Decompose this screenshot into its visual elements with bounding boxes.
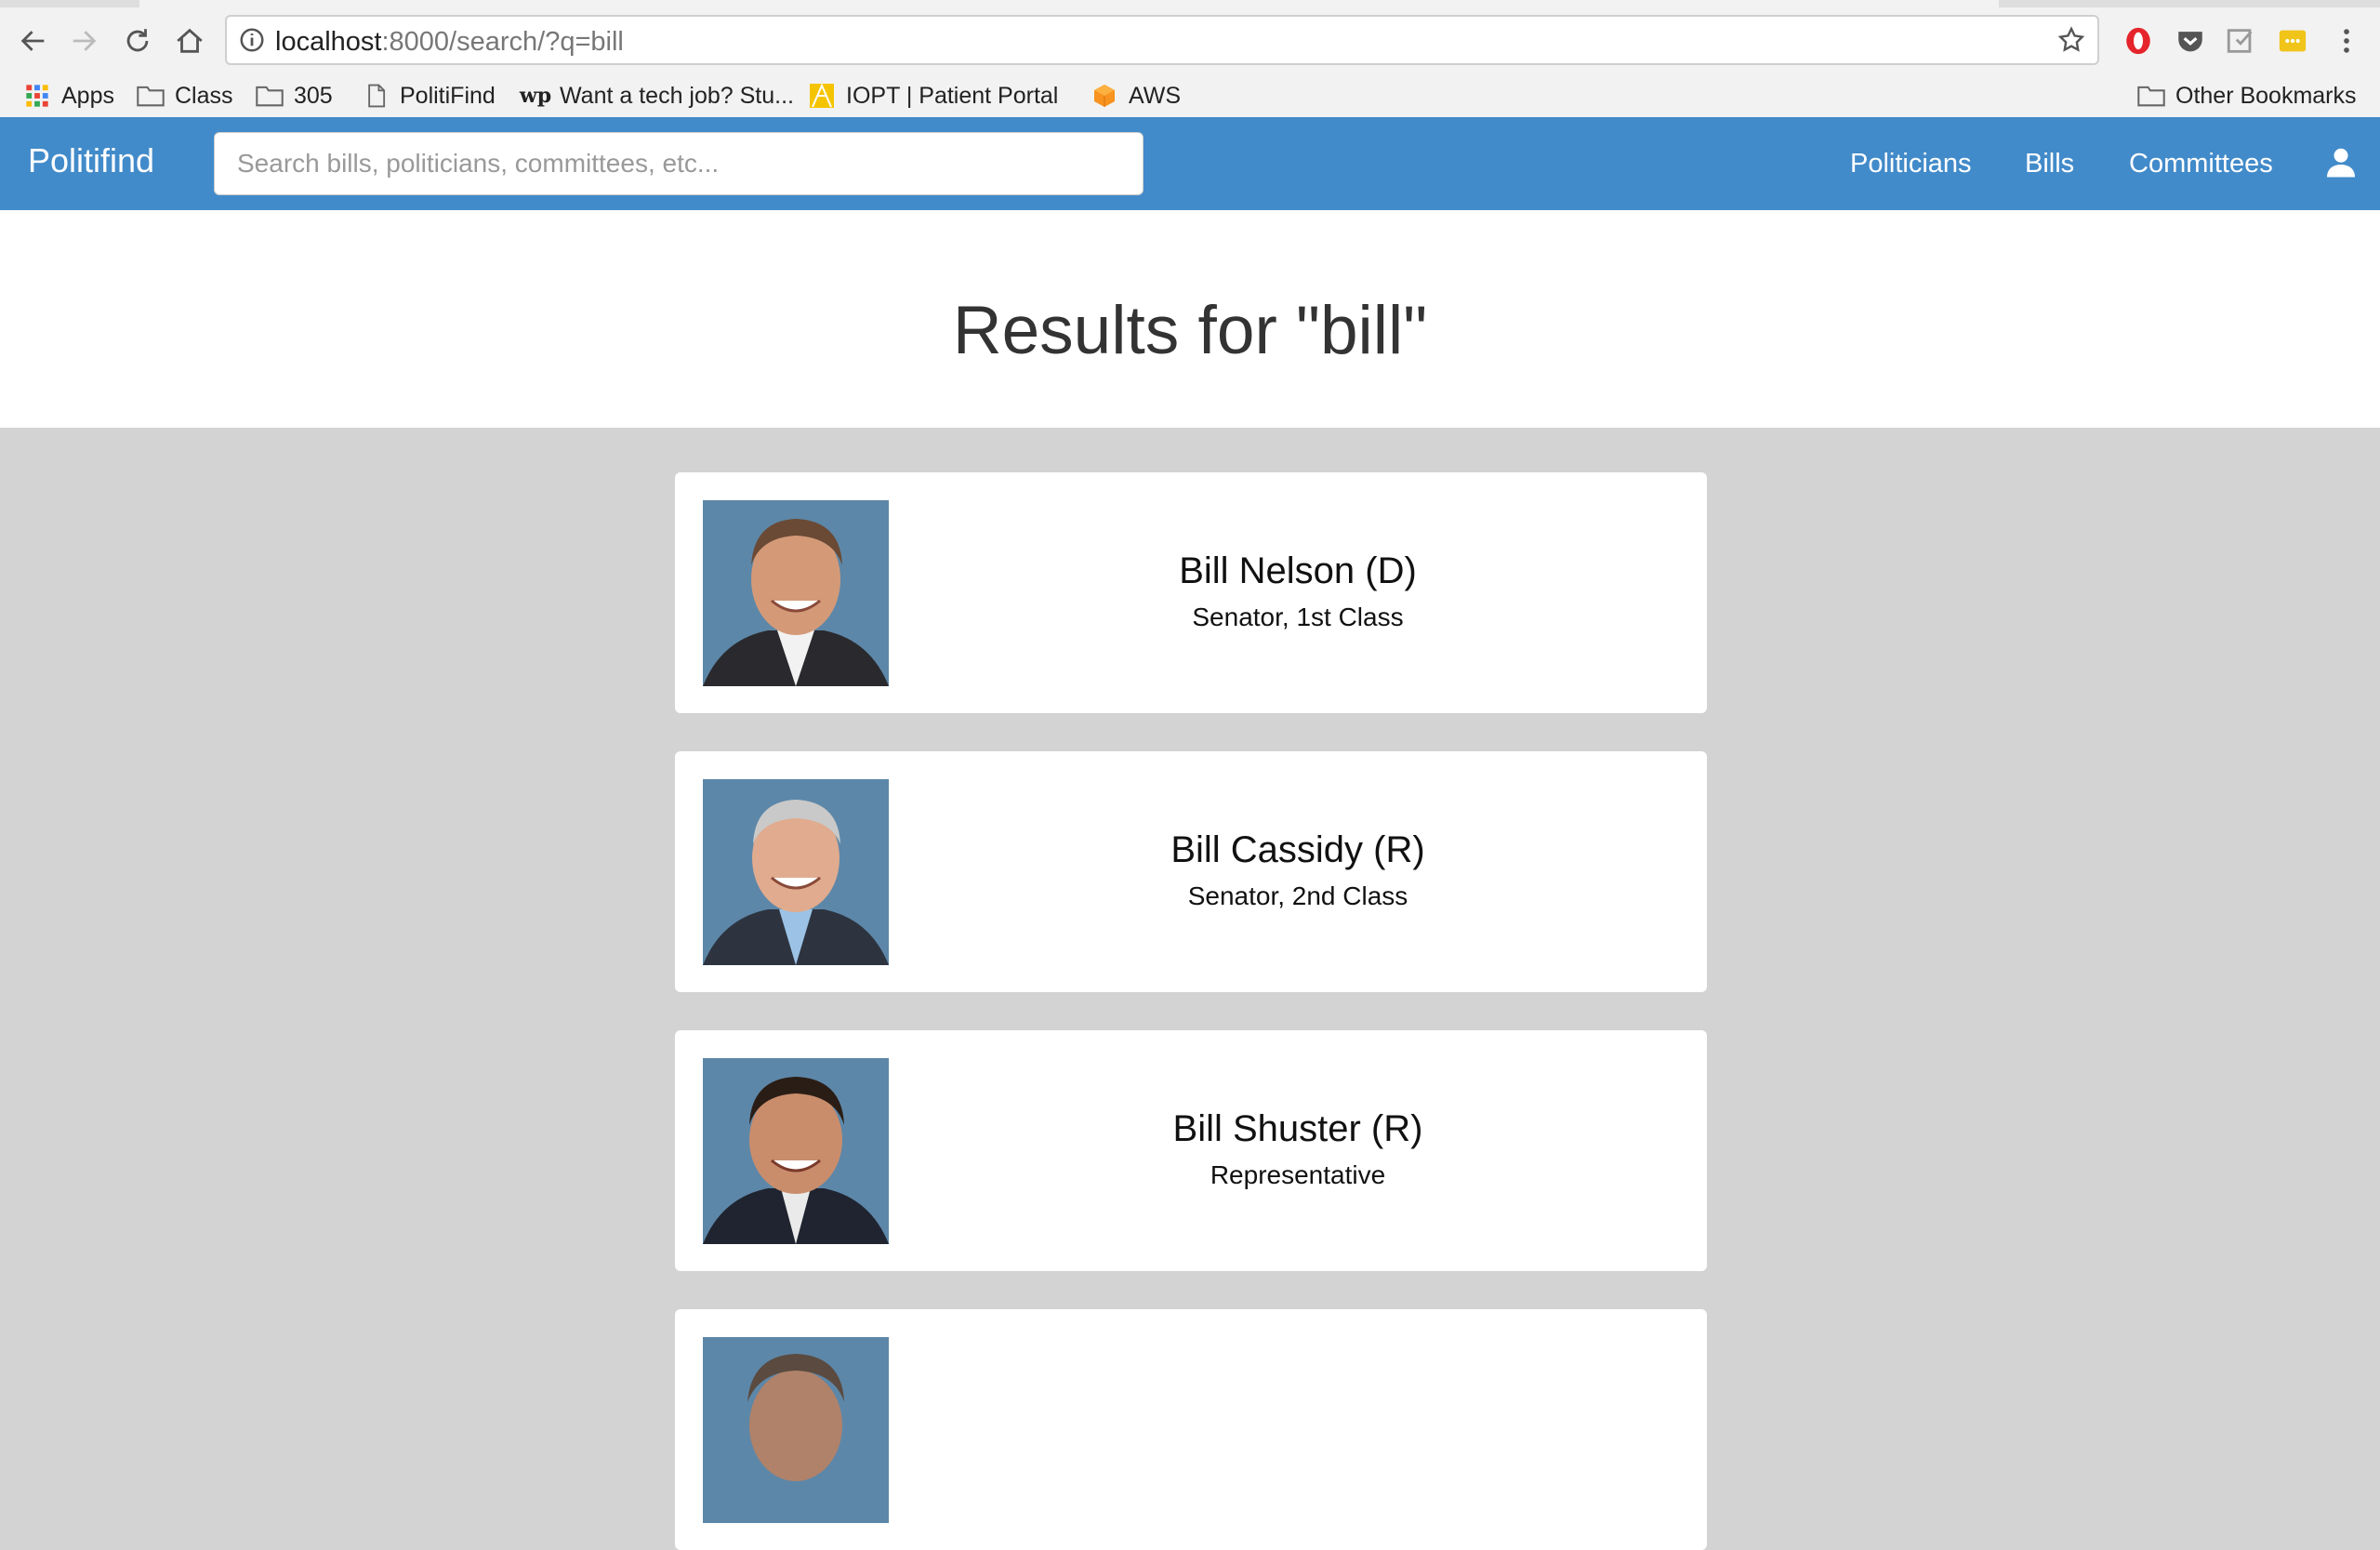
user-icon[interactable] [2324, 145, 2358, 179]
bookmark-label: Apps [61, 82, 114, 109]
bookmark-label: Class [175, 82, 233, 109]
brand-logo[interactable]: Politifind [28, 141, 154, 180]
aws-cube-icon [1090, 83, 1119, 109]
opera-extension-button[interactable] [2120, 22, 2157, 60]
nav-link-committees[interactable]: Committees [2129, 149, 2273, 179]
politician-role: Representative [1210, 1160, 1386, 1189]
result-info: Bill Cassidy (R) Senator, 2nd Class [889, 751, 1707, 992]
result-info [889, 1309, 1707, 1550]
back-arrow-icon [20, 31, 45, 51]
opera-icon [2126, 27, 2150, 55]
url-path: :8000/search/?q=bill [381, 27, 624, 57]
bookmark-label: IOPT | Patient Portal [846, 82, 1059, 109]
bookmark-label: PolitiFind [400, 82, 496, 109]
folder-icon [2136, 83, 2166, 109]
bookmark-label: 305 [294, 82, 333, 109]
back-button[interactable] [9, 17, 58, 65]
politician-role: Senator, 2nd Class [1187, 881, 1408, 910]
bookmarks-bar: Apps Class 305 PolitiFind wp Want a tech… [0, 74, 2380, 117]
bookmark-label: Other Bookmarks [2175, 82, 2357, 109]
politician-photo [703, 1058, 889, 1244]
result-info: Bill Nelson (D) Senator, 1st Class [889, 472, 1707, 713]
pocket-icon [2178, 32, 2202, 52]
inbox-extension-button[interactable] [2222, 22, 2259, 60]
politician-name[interactable]: Bill Nelson (D) [889, 550, 1707, 592]
ellipsis-badge-icon [2279, 30, 2307, 52]
inbox-check-icon [2227, 29, 2253, 53]
yellow-extension-button[interactable] [2274, 22, 2311, 60]
politician-role: Senator, 1st Class [1192, 603, 1404, 631]
bookmark-other-folder[interactable]: Other Bookmarks [2136, 78, 2357, 113]
pocket-extension-button[interactable] [2172, 22, 2209, 60]
reload-icon [126, 29, 149, 52]
page-title: Results for "bill" [952, 293, 1428, 368]
browser-chrome: localhost:8000/search/?q=bill Apps Class… [0, 0, 2380, 117]
result-card[interactable]: Bill Cassidy (R) Senator, 2nd Class [675, 751, 1707, 992]
url-host: localhost [275, 27, 382, 57]
info-icon[interactable] [238, 26, 266, 54]
bookmark-aws[interactable]: AWS [1090, 78, 1181, 113]
forward-button[interactable] [60, 17, 108, 65]
result-card[interactable] [675, 1309, 1707, 1550]
politician-photo [703, 1337, 889, 1523]
home-button[interactable] [165, 17, 214, 65]
result-card[interactable]: Bill Nelson (D) Senator, 1st Class [675, 472, 1707, 713]
bookmark-class-folder[interactable]: Class [136, 78, 233, 113]
reload-button[interactable] [113, 17, 162, 65]
bookmark-politifind[interactable]: PolitiFind [361, 78, 496, 113]
search-input[interactable] [214, 132, 1144, 195]
politician-photo [703, 779, 889, 965]
bookmark-tech-job[interactable]: wp Want a tech job? Stu... [519, 78, 794, 113]
politician-name[interactable]: Bill Shuster (R) [889, 1108, 1707, 1150]
forward-arrow-icon [73, 31, 97, 51]
results-list: Bill Nelson (D) Senator, 1st Class Bill … [0, 428, 2380, 1550]
politician-photo [703, 500, 889, 686]
folder-icon [136, 83, 165, 109]
browser-toolbar: localhost:8000/search/?q=bill [0, 7, 2380, 74]
bookmark-apps[interactable]: Apps [22, 78, 114, 113]
result-info: Bill Shuster (R) Representative [889, 1030, 1707, 1271]
result-card[interactable]: Bill Shuster (R) Representative [675, 1030, 1707, 1271]
url-text[interactable]: localhost:8000/search/?q=bill [275, 27, 624, 58]
iopt-logo-icon [807, 83, 837, 109]
star-icon[interactable] [2056, 25, 2086, 55]
nav-link-bills[interactable]: Bills [2025, 149, 2074, 179]
wp-logo-icon: wp [519, 84, 552, 108]
politician-name[interactable]: Bill Cassidy (R) [889, 829, 1707, 871]
bookmark-305-folder[interactable]: 305 [255, 78, 333, 113]
home-icon [177, 28, 203, 53]
tab-strip [0, 0, 2380, 7]
nav-link-politicians[interactable]: Politicians [1850, 149, 1972, 179]
address-bar[interactable]: localhost:8000/search/?q=bill [225, 15, 2099, 65]
active-tab[interactable] [139, 0, 1999, 7]
apps-grid-icon [22, 83, 52, 109]
app-navbar: Politifind Politicians Bills Committees [0, 117, 2380, 210]
page-icon [361, 83, 390, 109]
browser-menu-button[interactable] [2328, 22, 2365, 60]
folder-icon [255, 83, 284, 109]
bookmark-label: Want a tech job? Stu... [560, 82, 794, 109]
kebab-menu-icon [2344, 29, 2349, 53]
bookmark-label: AWS [1129, 82, 1182, 109]
bookmark-iopt[interactable]: IOPT | Patient Portal [807, 78, 1058, 113]
results-header: Results for "bill" [0, 210, 2380, 428]
